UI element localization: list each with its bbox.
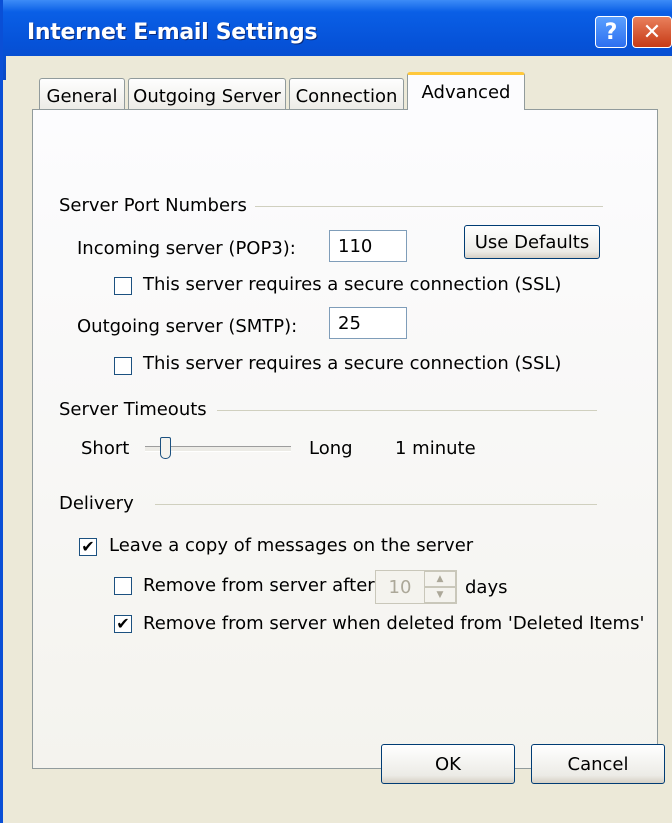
days-value: 10 [388, 576, 412, 598]
server-timeouts-heading: Server Timeouts [59, 399, 207, 420]
tab-label: Outgoing Server [133, 86, 281, 107]
group-divider [217, 410, 597, 411]
window-title: Internet E-mail Settings [27, 20, 318, 45]
incoming-server-label: Incoming server (POP3): [77, 238, 296, 259]
dialog-body: General Outgoing Server Connection Advan… [6, 56, 672, 823]
help-button[interactable]: ? [595, 16, 627, 48]
remove-after-checkbox[interactable] [114, 577, 132, 595]
group-divider [155, 504, 597, 505]
remove-deleted-label: Remove from server when deleted from 'De… [143, 613, 645, 634]
tab-label: Advanced [421, 82, 511, 103]
timeout-short-label: Short [81, 438, 130, 459]
spin-up-icon[interactable]: ▲ [424, 571, 456, 587]
check-icon: ✔ [81, 537, 95, 556]
close-icon: ✕ [642, 19, 662, 45]
check-icon: ✔ [116, 614, 130, 633]
tab-label: General [46, 86, 118, 107]
tab-connection[interactable]: Connection [289, 78, 404, 110]
use-defaults-button[interactable]: Use Defaults [464, 225, 600, 259]
help-icon: ? [604, 19, 618, 45]
ok-button[interactable]: OK [381, 744, 515, 784]
timeout-long-label: Long [309, 438, 353, 459]
incoming-ssl-label: This server requires a secure connection… [143, 274, 562, 295]
tab-label: Connection [295, 86, 398, 107]
incoming-port-input[interactable]: 110 [329, 230, 407, 262]
cancel-label: Cancel [567, 753, 629, 775]
leave-copy-checkbox[interactable]: ✔ [79, 538, 97, 556]
spin-down-icon[interactable]: ▼ [424, 587, 456, 603]
tab-outgoing-server[interactable]: Outgoing Server [128, 78, 286, 110]
close-button[interactable]: ✕ [632, 16, 672, 48]
server-port-numbers-heading: Server Port Numbers [59, 195, 247, 216]
incoming-ssl-checkbox[interactable] [114, 277, 132, 295]
days-label: days [465, 577, 508, 598]
outgoing-port-input[interactable]: 25 [329, 307, 407, 339]
timeout-slider-thumb[interactable] [159, 437, 171, 459]
group-divider [255, 206, 603, 207]
cancel-button[interactable]: Cancel [531, 744, 665, 784]
outgoing-server-label: Outgoing server (SMTP): [77, 316, 298, 337]
tab-advanced[interactable]: Advanced [407, 72, 525, 110]
outgoing-ssl-checkbox[interactable] [114, 357, 132, 375]
delivery-heading: Delivery [59, 493, 134, 514]
remove-deleted-checkbox[interactable]: ✔ [114, 615, 132, 633]
timeout-value: 1 minute [395, 438, 476, 459]
ok-label: OK [435, 753, 461, 775]
leave-copy-label: Leave a copy of messages on the server [109, 535, 474, 556]
advanced-tab-panel: Server Port Numbers Incoming server (POP… [32, 109, 658, 769]
remove-after-days-spinner[interactable]: 10 ▲ ▼ [375, 570, 457, 604]
use-defaults-label: Use Defaults [474, 231, 590, 253]
remove-after-label: Remove from server after [143, 575, 375, 596]
outgoing-ssl-label: This server requires a secure connection… [143, 353, 562, 374]
internet-email-settings-dialog: Internet E-mail Settings ? ✕ General Out… [0, 0, 672, 823]
tab-general[interactable]: General [39, 78, 125, 110]
